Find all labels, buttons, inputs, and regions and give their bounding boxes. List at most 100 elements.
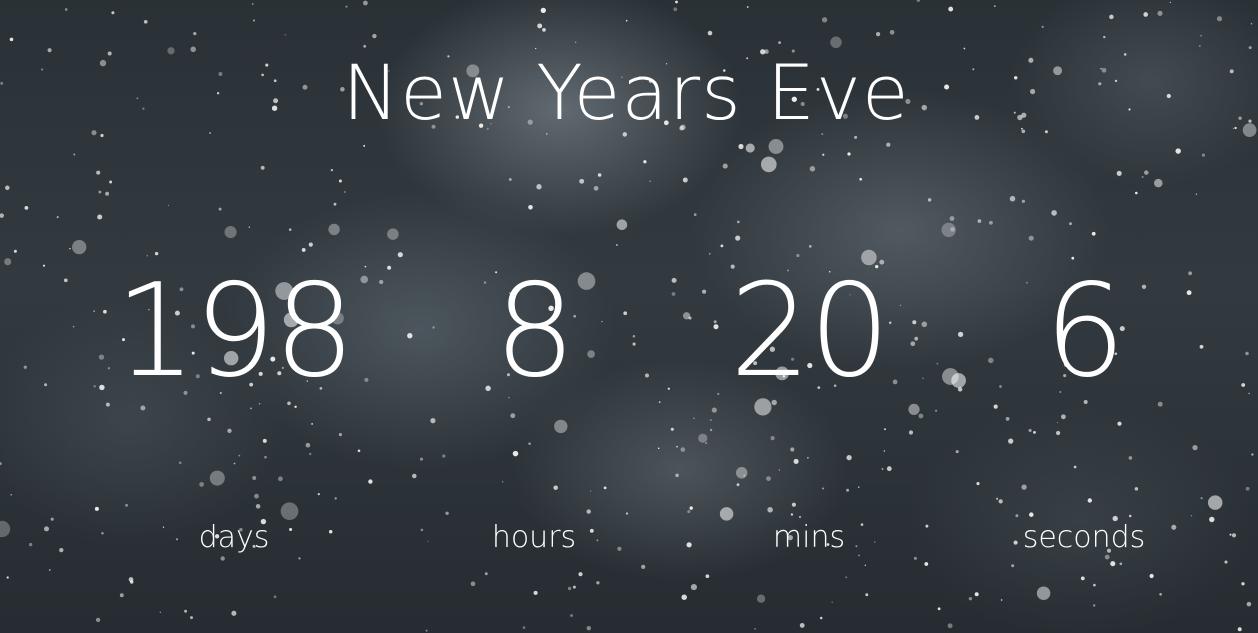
snowflake	[96, 170, 101, 175]
snowflake	[387, 228, 399, 240]
snowflake	[119, 593, 124, 598]
snowflake	[886, 142, 891, 147]
snowflake	[693, 213, 697, 216]
snowflake	[59, 547, 64, 553]
snowflake	[968, 597, 973, 601]
snowflake	[924, 562, 929, 566]
hours-value: 8	[494, 257, 575, 406]
snowflake	[760, 156, 777, 173]
snowflake	[859, 177, 863, 181]
snowflake	[528, 205, 533, 210]
snowflake	[1144, 170, 1149, 175]
snowflake	[10, 493, 13, 496]
snowflake	[56, 216, 59, 219]
snowflake	[754, 628, 756, 630]
snowflake	[1237, 627, 1242, 632]
snowflake	[1154, 178, 1163, 188]
snowflake	[682, 177, 688, 183]
snowflake	[845, 576, 848, 579]
snowflake	[224, 226, 237, 239]
countdown-days: 198 days	[84, 262, 384, 556]
snowflake	[4, 258, 12, 266]
snowflake	[6, 576, 9, 579]
snowflake	[738, 143, 744, 150]
snowflake	[1135, 191, 1138, 195]
snowflake	[579, 178, 585, 184]
snowflake	[916, 0, 921, 2]
snowflake	[1036, 586, 1051, 600]
snowflake	[596, 581, 600, 585]
snowflake	[338, 179, 342, 183]
snowflake	[0, 520, 11, 538]
snowflake	[1248, 392, 1250, 395]
snowflake	[484, 572, 488, 576]
snowflake	[248, 226, 250, 228]
snowflake	[616, 219, 628, 231]
snowflake	[64, 8, 68, 11]
snowflake	[586, 625, 592, 631]
snowflake	[707, 30, 713, 36]
snowflake	[23, 365, 27, 369]
snowflake	[1093, 583, 1096, 587]
snowflake	[536, 184, 542, 190]
snowflake	[1021, 199, 1026, 203]
snowflake	[220, 556, 225, 561]
snowflake	[218, 207, 222, 211]
snowflake	[572, 585, 576, 589]
snowflake	[1241, 383, 1246, 387]
snowflake	[1250, 22, 1253, 25]
snowflake	[363, 144, 366, 147]
snowflake	[830, 36, 842, 49]
snowflake	[1116, 170, 1122, 176]
snowflake	[948, 6, 954, 12]
snowflake	[43, 526, 50, 532]
snowflake	[988, 220, 993, 225]
snowflake	[537, 23, 543, 29]
snowflake	[1251, 453, 1254, 456]
snowflake	[508, 178, 512, 181]
snowflake	[425, 629, 428, 632]
snowflake	[1028, 235, 1034, 241]
seconds-label: seconds	[1022, 520, 1146, 555]
snowflake	[821, 17, 828, 23]
snowflake	[768, 139, 784, 154]
snowflake	[1091, 231, 1096, 236]
snowflake	[1195, 193, 1198, 195]
snowflake	[69, 247, 71, 250]
snowflake	[72, 239, 87, 255]
snowflake	[301, 247, 306, 252]
snowflake	[709, 253, 711, 255]
snowflake	[470, 581, 476, 587]
snowflake	[1200, 34, 1202, 37]
snowflake	[231, 610, 237, 616]
snowflake	[913, 556, 917, 560]
snowflake	[705, 574, 710, 579]
snowflake	[97, 214, 103, 220]
snowflake	[28, 542, 33, 547]
mins-value: 20	[729, 257, 891, 406]
snowflake	[260, 165, 265, 170]
snowflake	[50, 517, 54, 521]
snowflake	[345, 5, 348, 8]
snowflake	[1201, 153, 1206, 157]
snowflake	[1216, 16, 1223, 22]
snowflake	[778, 41, 781, 44]
hours-label: hours	[491, 520, 577, 555]
snowflake	[673, 7, 678, 12]
snowflake	[993, 5, 996, 7]
snowflake	[974, 592, 979, 597]
snowflake	[831, 601, 833, 603]
snowflake	[13, 249, 17, 253]
snowflake	[876, 31, 881, 37]
snowflake	[808, 245, 812, 248]
snowflake	[130, 580, 134, 584]
snowflake	[1103, 35, 1106, 39]
snowflake	[1143, 12, 1149, 17]
snowflake	[643, 160, 647, 164]
snowflake	[864, 564, 866, 566]
snowflake	[333, 202, 337, 206]
seconds-value: 6	[1044, 257, 1125, 406]
snowflake	[9, 37, 14, 42]
snowflake	[1169, 1, 1172, 4]
snowflake	[109, 180, 113, 184]
